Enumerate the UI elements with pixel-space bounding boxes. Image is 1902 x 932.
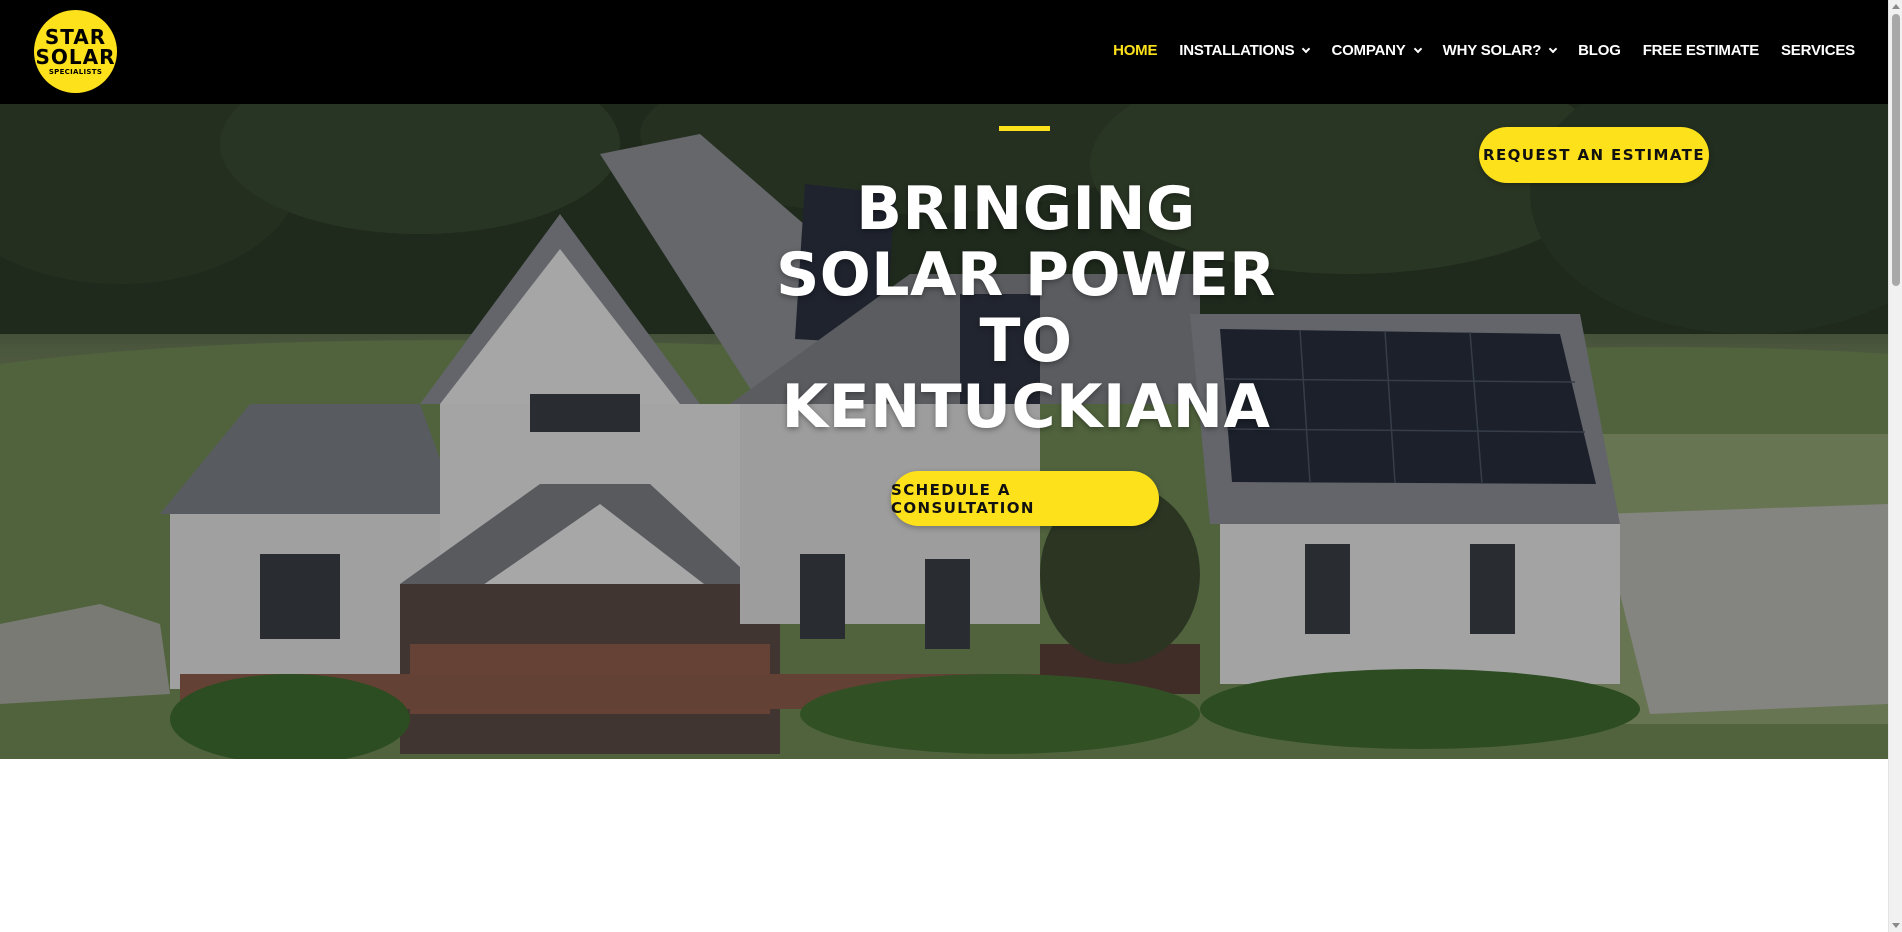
chevron-down-icon [1302, 44, 1311, 53]
nav-item-why-solar[interactable]: WHY SOLAR? [1442, 42, 1558, 59]
nav-item-free-estimate[interactable]: FREE ESTIMATE [1643, 42, 1759, 59]
nav-item-home-label: HOME [1113, 42, 1158, 59]
nav-item-blog[interactable]: BLOG [1578, 42, 1621, 59]
nav-item-services[interactable]: SERVICES [1781, 42, 1855, 59]
hero-title-line-1: BRINGING [856, 174, 1196, 244]
hero-section: BRINGING SOLAR POWER TO KENTUCKIANA REQU… [0, 104, 1888, 759]
hero-title: BRINGING SOLAR POWER TO KENTUCKIANA [744, 176, 1308, 440]
hero-title-line-2: SOLAR POWER [776, 240, 1276, 310]
request-estimate-label: REQUEST AN ESTIMATE [1483, 146, 1705, 164]
chevron-down-icon [1413, 44, 1422, 53]
star-solar-logo[interactable]: STAR SOLAR SPECIALISTS [34, 10, 117, 93]
nav-item-home[interactable]: HOME [1113, 42, 1157, 59]
schedule-consultation-label: SCHEDULE A CONSULTATION [891, 480, 1035, 517]
nav-item-why-solar-label: WHY SOLAR? [1442, 42, 1542, 59]
schedule-consultation-button[interactable]: SCHEDULE A CONSULTATION [891, 471, 1159, 526]
nav-item-blog-label: BLOG [1578, 42, 1621, 59]
hero-title-line-4: KENTUCKIANA [781, 372, 1271, 442]
scroll-down-arrow-icon[interactable] [1892, 923, 1900, 928]
logo-text-specialists: SPECIALISTS [48, 68, 103, 76]
nav-item-company-label: COMPANY [1331, 42, 1406, 59]
nav-item-services-label: SERVICES [1781, 42, 1855, 59]
hero-title-line-3: TO [979, 306, 1073, 376]
logo-text-star: STAR [44, 25, 107, 49]
request-estimate-button[interactable]: REQUEST AN ESTIMATE [1479, 127, 1709, 183]
scroll-thumb[interactable] [1892, 14, 1900, 286]
chevron-down-icon [1548, 44, 1558, 53]
nav-item-installations[interactable]: INSTALLATIONS [1179, 42, 1311, 59]
logo-text-solar: SOLAR [35, 45, 116, 69]
accent-bar [999, 126, 1050, 131]
main-nav: HOME INSTALLATIONS COMPANY WHY SOLAR? BL… [1091, 42, 1855, 59]
content-section [0, 759, 1888, 932]
nav-item-free-estimate-label: FREE ESTIMATE [1642, 42, 1759, 59]
site-header: STAR SOLAR SPECIALISTS HOME INSTALLATION… [0, 0, 1888, 104]
scroll-up-arrow-icon[interactable] [1892, 4, 1900, 9]
nav-item-installations-label: INSTALLATIONS [1179, 42, 1295, 59]
vertical-scrollbar[interactable] [1888, 0, 1902, 932]
nav-item-company[interactable]: COMPANY [1331, 42, 1422, 59]
page: STAR SOLAR SPECIALISTS HOME INSTALLATION… [0, 0, 1902, 932]
